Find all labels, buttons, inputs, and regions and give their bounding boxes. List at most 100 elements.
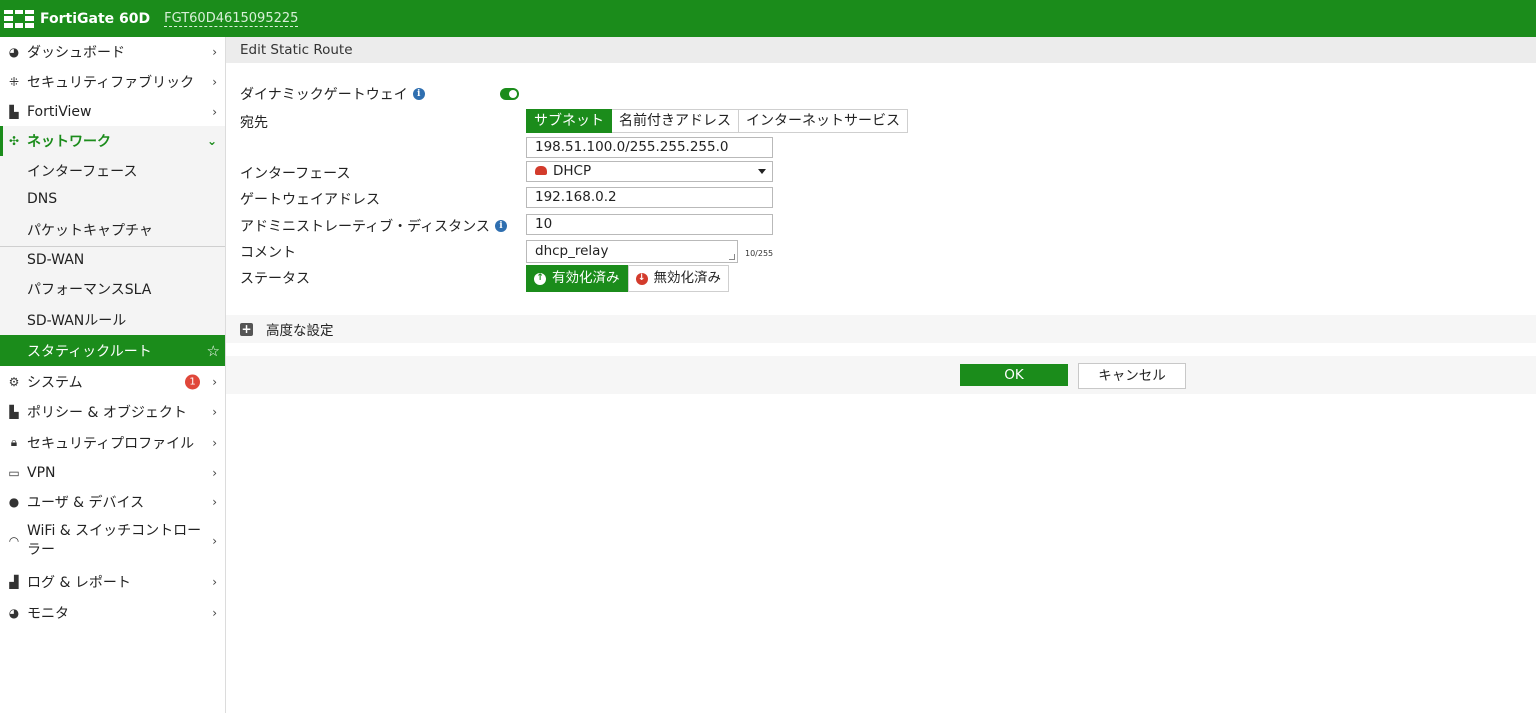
chevron-right-icon: ›: [212, 435, 217, 450]
sidebar-item-label: VPN: [27, 464, 56, 481]
bar-chart-icon: ▟: [9, 574, 19, 589]
sidebar-item-label: ダッシュボード: [27, 44, 125, 61]
fabric-icon: ⁜: [8, 74, 20, 89]
pie-chart-icon: ◕: [8, 605, 20, 620]
sidebar-item-policy-objects[interactable]: ▙ ポリシー & オブジェクト ›: [0, 397, 225, 427]
chevron-right-icon: ›: [212, 375, 217, 389]
gateway-address-input[interactable]: 192.168.0.2: [526, 187, 773, 208]
sidebar-item-network[interactable]: ✣ ネットワーク ⌄: [0, 126, 225, 156]
sidebar-item-vpn[interactable]: ▭ VPN ›: [0, 458, 225, 487]
interface-label: インターフェース: [240, 166, 351, 182]
sidebar-item-sd-wan[interactable]: SD-WAN: [0, 247, 225, 273]
dynamic-gateway-toggle[interactable]: [500, 88, 519, 100]
sidebar: ◕ ダッシュボード › ⁜ セキュリティファブリック › ▙ FortiView…: [0, 37, 226, 713]
sidebar-item-label: DNS: [27, 191, 58, 207]
comment-textarea[interactable]: dhcp_relay: [526, 240, 738, 263]
sidebar-item-label: スタティックルート: [27, 343, 152, 360]
advanced-settings-label: 高度な設定: [266, 323, 334, 339]
sidebar-item-label: SD-WAN: [27, 252, 85, 268]
chart-icon: ▙: [9, 105, 19, 119]
sidebar-item-label: ログ & レポート: [27, 574, 131, 591]
arrow-down-circle-icon: ↓: [635, 272, 648, 285]
gear-icon: ⚙: [8, 375, 20, 389]
notification-badge: 1: [185, 374, 200, 390]
device-name: FortiGate 60D: [40, 10, 151, 27]
fortinet-logo-icon: [4, 9, 34, 28]
advanced-settings-toggle[interactable]: + 高度な設定: [226, 315, 1536, 343]
dropdown-arrow-icon: [758, 169, 766, 174]
sidebar-item-monitor[interactable]: ◕ モニタ ›: [0, 598, 225, 627]
sidebar-item-label: FortiView: [27, 104, 92, 120]
policy-icon: ▙: [9, 405, 19, 419]
network-icon: ✣: [8, 134, 20, 148]
user-icon: ●: [8, 494, 20, 509]
tab-internet-service[interactable]: インターネットサービス: [739, 109, 908, 133]
dynamic-gateway-row: ダイナミックゲートウェイ i: [240, 84, 425, 104]
sidebar-item-label: ポリシー & オブジェクト: [27, 405, 187, 421]
sidebar-item-label: WiFi & スイッチコントロー ラー: [27, 522, 201, 560]
destination-subnet-input[interactable]: 198.51.100.0/255.255.255.0: [526, 137, 773, 158]
sidebar-item-label: ネットワーク: [27, 134, 111, 150]
comment-label: コメント: [240, 245, 296, 261]
sidebar-item-performance-sla[interactable]: パフォーマンスSLA: [0, 273, 225, 304]
device-serial[interactable]: FGT60D4615095225: [164, 11, 299, 27]
sidebar-item-wifi-switch[interactable]: ◠ WiFi & スイッチコントロー ラー ›: [0, 517, 225, 565]
form-footer: OK キャンセル: [226, 356, 1536, 394]
ok-button[interactable]: OK: [960, 364, 1068, 386]
destination-label: 宛先: [240, 115, 268, 131]
status-toggle-group: ↑ 有効化済み ↓ 無効化済み: [526, 265, 729, 292]
chevron-down-icon: ⌄: [206, 134, 217, 148]
chevron-right-icon: ›: [212, 74, 217, 89]
resize-handle-icon[interactable]: [729, 254, 735, 260]
sidebar-item-label: システム: [27, 375, 83, 391]
wifi-icon: ◠: [8, 534, 20, 548]
sidebar-item-label-line2: ラー: [27, 542, 55, 558]
page-title: Edit Static Route: [226, 37, 1536, 63]
sidebar-item-system[interactable]: ⚙ システム 1 ›: [0, 367, 225, 397]
distance-label: アドミニストレーティブ・ディスタンス: [240, 219, 490, 235]
status-disabled-label: 無効化済み: [653, 270, 722, 286]
tab-named-address[interactable]: 名前付きアドレス: [612, 109, 739, 133]
main-content: Edit Static Route ダイナミックゲートウェイ i 宛先 サブネッ…: [226, 37, 1536, 713]
sidebar-item-user-device[interactable]: ● ユーザ & デバイス ›: [0, 487, 225, 516]
dashboard-icon: ◕: [8, 44, 20, 59]
sidebar-item-dashboard[interactable]: ◕ ダッシュボード ›: [0, 37, 225, 66]
dhcp-icon: [535, 166, 547, 175]
interface-select-value: DHCP: [553, 163, 592, 179]
status-disabled-button[interactable]: ↓ 無効化済み: [627, 265, 729, 292]
status-enabled-button[interactable]: ↑ 有効化済み: [526, 265, 628, 292]
distance-input[interactable]: 10: [526, 214, 773, 235]
sidebar-item-label: セキュリティプロファイル: [27, 435, 195, 452]
sidebar-item-label: ユーザ & デバイス: [27, 494, 145, 511]
sidebar-item-security-profiles[interactable]: 🔒︎ セキュリティプロファイル ›: [0, 427, 225, 458]
chevron-right-icon: ›: [212, 105, 217, 119]
star-icon[interactable]: ☆: [207, 342, 220, 360]
sidebar-item-sd-wan-rules[interactable]: SD-WANルール: [0, 304, 225, 335]
tab-subnet[interactable]: サブネット: [526, 109, 612, 133]
chevron-right-icon: ›: [212, 574, 217, 589]
interface-select[interactable]: DHCP: [526, 161, 773, 182]
sidebar-item-label-line1: WiFi & スイッチコントロー: [27, 523, 202, 539]
sidebar-item-dns[interactable]: DNS: [0, 185, 225, 213]
chevron-right-icon: ›: [212, 465, 217, 480]
sidebar-item-label: モニタ: [27, 605, 69, 622]
lock-icon: 🔒︎: [10, 435, 18, 449]
chevron-right-icon: ›: [212, 44, 217, 59]
sidebar-item-packet-capture[interactable]: パケットキャプチャ: [0, 213, 225, 246]
cancel-button[interactable]: キャンセル: [1078, 363, 1186, 389]
sidebar-item-label: SD-WANルール: [27, 312, 127, 329]
chevron-right-icon: ›: [212, 494, 217, 509]
comment-char-counter: 10/255: [745, 249, 774, 258]
gateway-label: ゲートウェイアドレス: [240, 192, 380, 208]
sidebar-item-label: パケットキャプチャ: [27, 222, 153, 239]
sidebar-item-security-fabric[interactable]: ⁜ セキュリティファブリック ›: [0, 67, 225, 96]
info-icon[interactable]: i: [412, 88, 425, 100]
sidebar-item-log-report[interactable]: ▟ ログ & レポート ›: [0, 567, 225, 596]
dynamic-gateway-label: ダイナミックゲートウェイ: [240, 87, 408, 103]
sidebar-item-static-routes[interactable]: スタティックルート ☆: [0, 335, 225, 366]
sidebar-item-interfaces[interactable]: インターフェース: [0, 156, 225, 185]
sidebar-item-fortiview[interactable]: ▙ FortiView ›: [0, 98, 225, 126]
chevron-right-icon: ›: [212, 534, 217, 548]
distance-row: アドミニストレーティブ・ディスタンス i: [240, 216, 507, 236]
info-icon[interactable]: i: [494, 220, 507, 232]
